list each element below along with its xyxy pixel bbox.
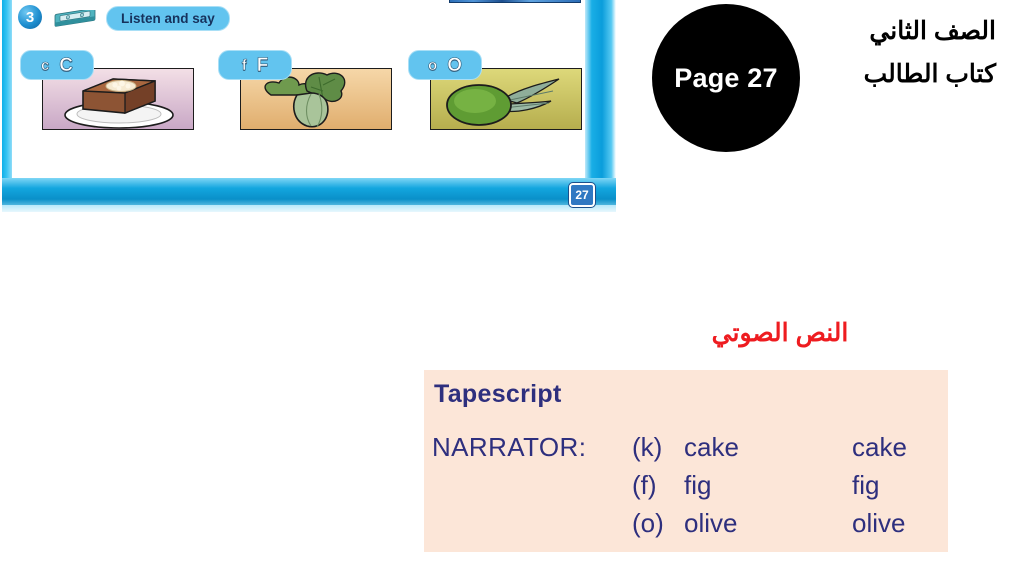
- tapescript-word: olive: [684, 508, 738, 538]
- tapescript-row: (o) olive olive: [632, 508, 907, 546]
- worksheet-page-number-badge: 27: [569, 183, 595, 207]
- page-number-label: Page 27: [674, 62, 778, 93]
- tapescript-word-repeat: cake: [852, 432, 907, 462]
- tapescript-word-repeat: olive: [852, 508, 906, 538]
- letter-uppercase-c: C: [59, 54, 74, 76]
- scan-bottom-blue-bar: [2, 178, 616, 212]
- tapescript-word: cake: [684, 432, 739, 462]
- tapescript-speaker-label: NARRATOR:: [432, 432, 587, 462]
- picture-panel-olive: o O: [408, 50, 582, 130]
- letter-lowercase-o: o: [428, 56, 438, 74]
- tapescript-box: Tapescript NARRATOR: (k) cake cake (f) f…: [424, 370, 948, 552]
- scan-top-blue-strip: [449, 0, 581, 3]
- tapescript-word: fig: [684, 470, 712, 500]
- book-title: كتاب الطالب: [863, 60, 996, 88]
- letter-uppercase-o: O: [447, 54, 462, 76]
- letter-badge-o: o O: [408, 50, 482, 80]
- letter-lowercase-f: f: [241, 56, 247, 74]
- page-number-circle: Page 27: [652, 4, 800, 152]
- tapescript-word-repeat: fig: [852, 470, 880, 500]
- tapescript-title: Tapescript: [434, 380, 562, 408]
- tapescript-tag: (f): [632, 470, 657, 500]
- listen-and-say-pill: Listen and say: [106, 6, 230, 31]
- worksheet-scan-image: 3 Listen and say c C f F o O 27: [0, 0, 616, 212]
- letter-badge-c: c C: [20, 50, 94, 80]
- grade-title: الصف الثاني: [869, 17, 996, 45]
- tapescript-rows: (k) cake cake (f) fig fig (o) olive oliv…: [632, 432, 907, 546]
- tapescript-tag: (k): [632, 432, 663, 462]
- picture-panel-fig: f F: [218, 50, 392, 130]
- cassette-tape-icon: [52, 8, 98, 29]
- picture-panel-cake: c C: [20, 50, 194, 130]
- tapescript-tag: (o): [632, 508, 664, 538]
- letter-lowercase-c: c: [40, 56, 50, 74]
- exercise-number-badge: 3: [18, 5, 42, 29]
- tapescript-arabic-heading: النص الصوتي: [711, 319, 849, 347]
- tapescript-row: (f) fig fig: [632, 470, 907, 508]
- letter-badge-f: f F: [218, 50, 292, 80]
- header-arabic-titles: الصف الثاني كتاب الطالب: [796, 10, 996, 96]
- letter-uppercase-f: F: [256, 54, 269, 76]
- tapescript-row: (k) cake cake: [632, 432, 907, 470]
